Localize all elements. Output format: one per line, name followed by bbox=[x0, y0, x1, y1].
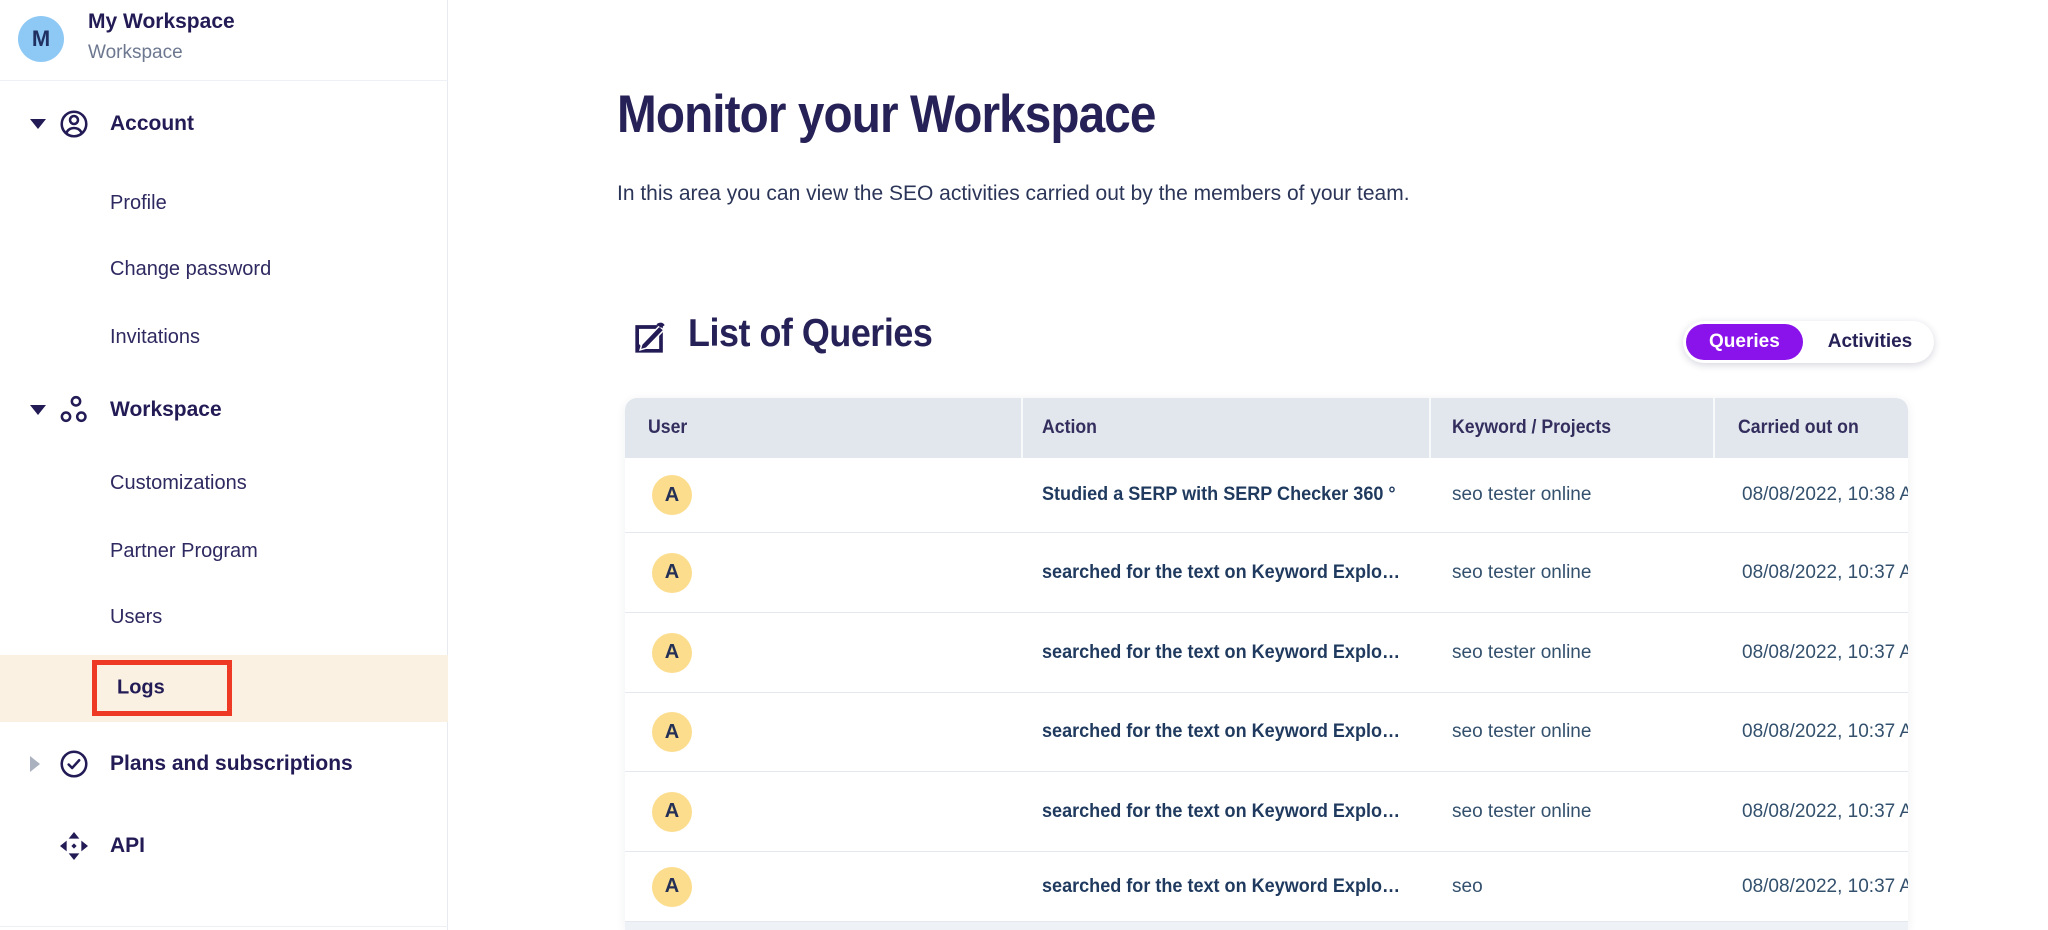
sidebar-item-change-password[interactable]: Change password bbox=[110, 258, 271, 281]
queries-activities-toggle: Queries Activities bbox=[1683, 321, 1934, 363]
action-cell: searched for the text on Keyword Explo… bbox=[1042, 801, 1400, 823]
column-header-carried-out-on: Carried out on bbox=[1738, 417, 1859, 439]
user-avatar: A bbox=[652, 792, 692, 832]
keyword-cell: seo tester online bbox=[1452, 801, 1591, 823]
chevron-down-icon bbox=[30, 405, 46, 415]
note-edit-icon bbox=[628, 316, 672, 360]
date-cell: 08/08/2022, 10:37 AM bbox=[1742, 801, 1908, 823]
keyword-cell: seo tester online bbox=[1452, 484, 1591, 506]
sidebar-item-users[interactable]: Users bbox=[110, 606, 162, 629]
chevron-down-icon bbox=[30, 119, 46, 129]
workspace-type-label: Workspace bbox=[88, 42, 183, 64]
action-cell: Studied a SERP with SERP Checker 360 ° bbox=[1042, 484, 1396, 506]
sidebar-divider bbox=[0, 80, 448, 81]
sidebar-divider bbox=[0, 926, 448, 927]
column-header-user: User bbox=[648, 417, 687, 439]
workspace-avatar[interactable]: M bbox=[18, 16, 64, 62]
chevron-right-icon bbox=[30, 756, 40, 772]
logs-highlight-box[interactable]: Logs bbox=[92, 660, 232, 716]
sidebar-item-profile[interactable]: Profile bbox=[110, 192, 167, 215]
page-title: Monitor your Workspace bbox=[617, 84, 1156, 145]
date-cell: 08/08/2022, 10:37 AM bbox=[1742, 876, 1908, 898]
header-divider bbox=[1429, 398, 1431, 458]
workspace-name[interactable]: My Workspace bbox=[88, 10, 235, 34]
sidebar-section-api[interactable]: API bbox=[0, 824, 448, 868]
action-cell: searched for the text on Keyword Explo… bbox=[1042, 721, 1400, 743]
column-header-action: Action bbox=[1042, 417, 1097, 439]
user-avatar: A bbox=[652, 633, 692, 673]
logs-page: M My Workspace Workspace Account Profile… bbox=[0, 0, 2048, 930]
sidebar-section-workspace[interactable]: Workspace bbox=[0, 388, 448, 432]
page-subtitle: In this area you can view the SEO activi… bbox=[617, 182, 1410, 206]
table-next-row-clipped bbox=[625, 922, 1908, 930]
sidebar-section-label: Workspace bbox=[110, 398, 222, 422]
sidebar-item-customizations[interactable]: Customizations bbox=[110, 472, 247, 495]
keyword-cell: seo tester online bbox=[1452, 721, 1591, 743]
date-cell: 08/08/2022, 10:38 AM bbox=[1742, 484, 1908, 506]
queries-table: User Action Keyword / Projects Carried o… bbox=[625, 398, 1908, 930]
action-cell: searched for the text on Keyword Explo… bbox=[1042, 876, 1400, 898]
table-row: A searched for the text on Keyword Explo… bbox=[625, 613, 1908, 693]
table-row: A searched for the text on Keyword Explo… bbox=[625, 852, 1908, 922]
header-divider bbox=[1021, 398, 1023, 458]
tab-queries[interactable]: Queries bbox=[1686, 324, 1803, 360]
check-circle-icon bbox=[58, 748, 90, 780]
sidebar-item-logs: Logs bbox=[117, 677, 165, 700]
user-avatar: A bbox=[652, 553, 692, 593]
user-avatar: A bbox=[652, 712, 692, 752]
table-header: User Action Keyword / Projects Carried o… bbox=[625, 398, 1908, 458]
sidebar-section-account[interactable]: Account bbox=[0, 102, 448, 146]
keyword-cell: seo tester online bbox=[1452, 642, 1591, 664]
tab-activities[interactable]: Activities bbox=[1806, 331, 1934, 353]
sidebar-section-label: API bbox=[110, 834, 145, 858]
column-header-keyword-projects: Keyword / Projects bbox=[1452, 417, 1611, 439]
sidebar-section-label: Plans and subscriptions bbox=[110, 752, 353, 776]
section-title: List of Queries bbox=[688, 312, 932, 356]
action-cell: searched for the text on Keyword Explo… bbox=[1042, 562, 1400, 584]
keyword-cell: seo tester online bbox=[1452, 562, 1591, 584]
table-row: A searched for the text on Keyword Explo… bbox=[625, 772, 1908, 852]
date-cell: 08/08/2022, 10:37 AM bbox=[1742, 721, 1908, 743]
user-avatar: A bbox=[652, 475, 692, 515]
arrows-icon bbox=[58, 830, 90, 862]
keyword-cell: seo bbox=[1452, 876, 1483, 898]
sidebar-item-invitations[interactable]: Invitations bbox=[110, 326, 200, 349]
user-avatar: A bbox=[652, 867, 692, 907]
table-row: A searched for the text on Keyword Explo… bbox=[625, 693, 1908, 772]
sidebar-section-plans[interactable]: Plans and subscriptions bbox=[0, 742, 448, 786]
sidebar-section-label: Account bbox=[110, 112, 194, 136]
user-circle-icon bbox=[58, 108, 90, 140]
table-row: A searched for the text on Keyword Explo… bbox=[625, 533, 1908, 613]
header-divider bbox=[1713, 398, 1715, 458]
table-row: A Studied a SERP with SERP Checker 360 °… bbox=[625, 458, 1908, 533]
sidebar-item-partner-program[interactable]: Partner Program bbox=[110, 540, 258, 563]
date-cell: 08/08/2022, 10:37 AM bbox=[1742, 562, 1908, 584]
sidebar: M My Workspace Workspace Account Profile… bbox=[0, 0, 448, 930]
org-circles-icon bbox=[58, 394, 90, 426]
action-cell: searched for the text on Keyword Explo… bbox=[1042, 642, 1400, 664]
date-cell: 08/08/2022, 10:37 AM bbox=[1742, 642, 1908, 664]
